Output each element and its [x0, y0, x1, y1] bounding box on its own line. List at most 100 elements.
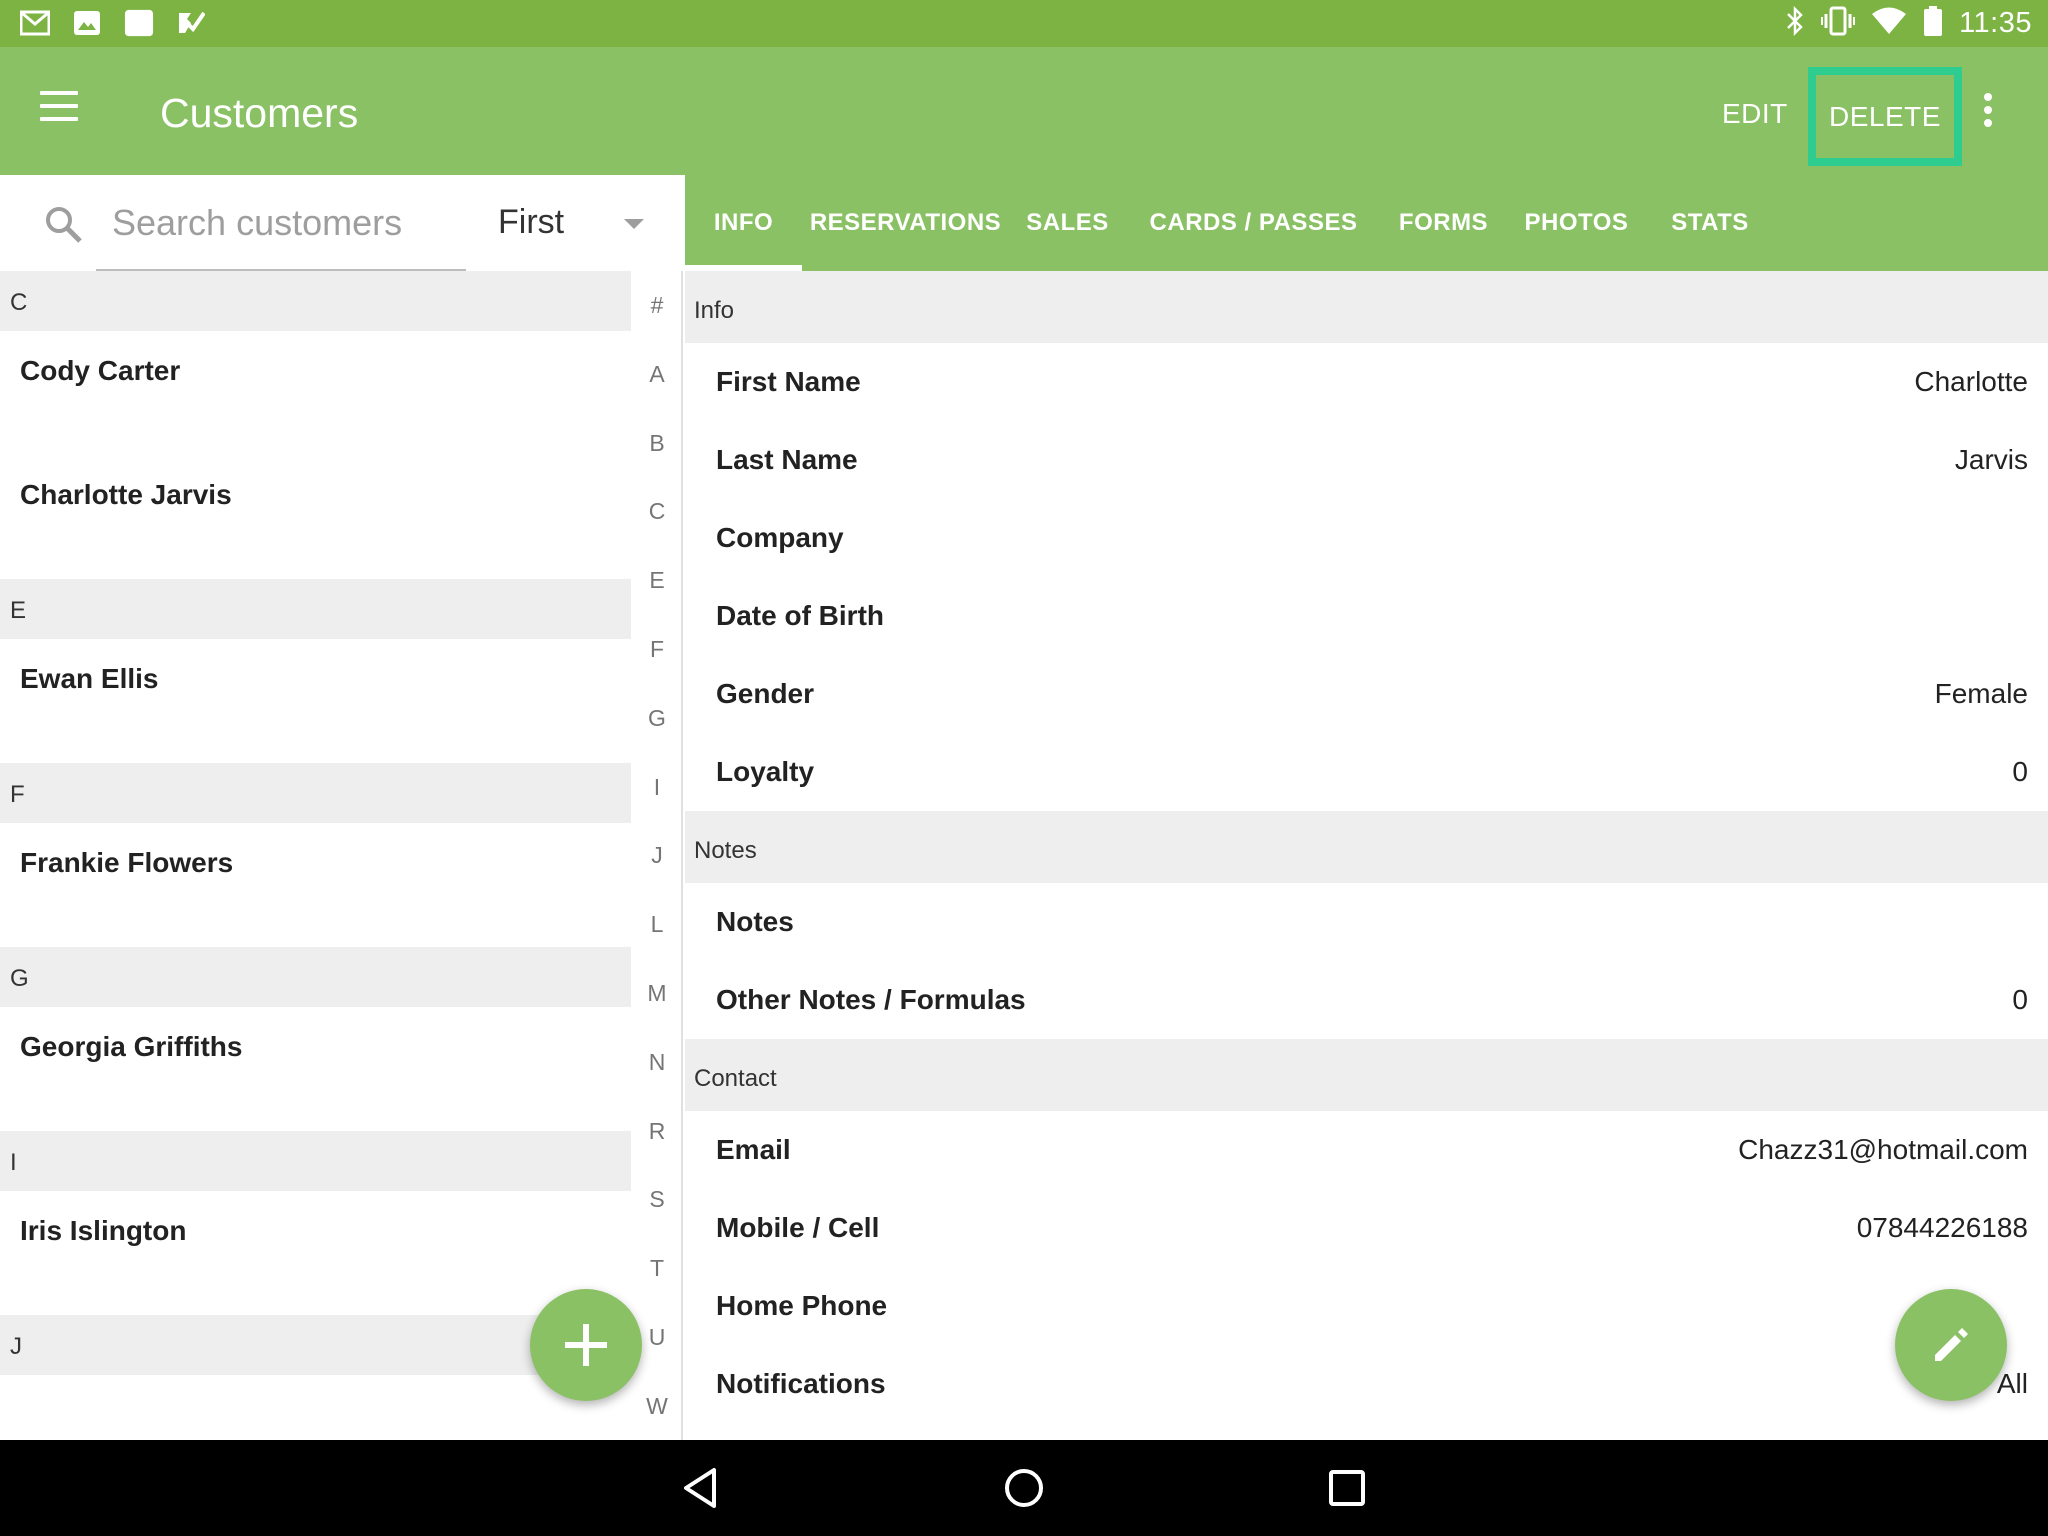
- customer-detail-panel: INFO RESERVATIONS SALES CARDS / PASSES F…: [685, 175, 2048, 1440]
- alphabet-letter[interactable]: J: [631, 821, 683, 890]
- notifications-value: All: [1996, 1368, 2028, 1399]
- wifi-icon: [1871, 7, 1907, 40]
- last-name-value: Jarvis: [1954, 444, 2028, 475]
- edit-button[interactable]: EDIT: [1722, 98, 1788, 130]
- field-label: Other Notes / Formulas: [716, 984, 1026, 1015]
- alphabet-letter[interactable]: B: [631, 409, 683, 478]
- alphabet-letter[interactable]: R: [631, 1097, 683, 1166]
- email-value: Chazz31@hotmail.com: [1738, 1134, 2028, 1165]
- customer-item[interactable]: Charlotte Jarvis: [0, 455, 631, 579]
- page-title: Customers: [160, 90, 359, 136]
- tab-photos[interactable]: PHOTOS: [1506, 175, 1647, 271]
- field-label: Loyalty: [716, 756, 815, 787]
- field-label: Notes: [716, 906, 794, 937]
- notes-row: Notes: [685, 883, 2048, 961]
- customer-item[interactable]: Cody Carter: [0, 331, 631, 455]
- alphabet-letter[interactable]: M: [631, 959, 683, 1028]
- tab-reservations[interactable]: RESERVATIONS: [802, 175, 1009, 271]
- last-name-row: Last Name Jarvis: [685, 421, 2048, 499]
- menu-icon[interactable]: [40, 91, 104, 133]
- alphabet-letter[interactable]: A: [631, 340, 683, 409]
- back-icon[interactable]: [678, 1464, 726, 1512]
- delete-button-label: DELETE: [1829, 100, 1941, 132]
- sort-dropdown-value: First: [498, 203, 565, 241]
- alphabet-letter[interactable]: C: [631, 477, 683, 546]
- customer-item[interactable]: Georgia Griffiths: [0, 1007, 631, 1131]
- plus-icon-vertical: [583, 1324, 589, 1366]
- field-label: Last Name: [716, 444, 858, 475]
- photos-icon: [72, 9, 102, 37]
- tab-forms[interactable]: FORMS: [1381, 175, 1506, 271]
- alphabet-letter[interactable]: S: [631, 1165, 683, 1234]
- section-header: I: [0, 1131, 631, 1191]
- alphabet-letter[interactable]: G: [631, 684, 683, 753]
- search-input[interactable]: [96, 199, 466, 247]
- overflow-menu-icon[interactable]: [1974, 93, 2002, 133]
- mobile-value: 07844226188: [1856, 1212, 2028, 1243]
- section-header: E: [0, 579, 631, 639]
- search-bar: First: [0, 175, 683, 271]
- first-name-value: Charlotte: [1914, 366, 2028, 397]
- home-icon[interactable]: [1000, 1464, 1048, 1512]
- company-row: Company: [685, 499, 2048, 577]
- status-bar: 11:35: [0, 0, 2048, 47]
- loyalty-value: 0: [2012, 756, 2028, 787]
- tab-stats[interactable]: STATS: [1647, 175, 1773, 271]
- alphabet-letter[interactable]: N: [631, 1028, 683, 1097]
- tab-sales[interactable]: SALES: [1009, 175, 1126, 271]
- checkbox-app-icon: [176, 9, 206, 37]
- search-icon: [44, 205, 84, 245]
- recents-icon[interactable]: [1323, 1464, 1371, 1512]
- alphabet-letter[interactable]: L: [631, 890, 683, 959]
- tab-info[interactable]: INFO: [685, 175, 802, 271]
- mobile-row: Mobile / Cell 07844226188: [685, 1189, 2048, 1267]
- detail-content[interactable]: Info First Name Charlotte Last Name Jarv…: [685, 271, 2048, 1440]
- alphabet-letter[interactable]: T: [631, 1234, 683, 1303]
- info-section-header: Info: [685, 271, 2048, 343]
- field-label: Mobile / Cell: [716, 1212, 880, 1243]
- sort-dropdown[interactable]: First: [480, 197, 650, 249]
- status-clock: 11:35: [1959, 7, 2032, 39]
- alphabet-letter[interactable]: I: [631, 753, 683, 822]
- customer-item[interactable]: Ewan Ellis: [0, 639, 631, 763]
- field-label: Email: [716, 1134, 791, 1165]
- field-label: Company: [716, 522, 844, 553]
- field-label: Home Phone: [716, 1290, 888, 1321]
- alphabet-letter[interactable]: W: [631, 1372, 683, 1441]
- blank-app-icon: [124, 9, 154, 37]
- customer-item[interactable]: Iris Islington: [0, 1191, 631, 1315]
- field-label: Gender: [716, 678, 815, 709]
- section-header: C: [0, 271, 631, 331]
- loyalty-row: Loyalty 0: [685, 733, 2048, 811]
- delete-button[interactable]: DELETE: [1808, 67, 1962, 166]
- alphabet-letter[interactable]: E: [631, 546, 683, 615]
- contact-section-header: Contact: [685, 1039, 2048, 1111]
- gender-row: Gender Female: [685, 655, 2048, 733]
- dob-row: Date of Birth: [685, 577, 2048, 655]
- bluetooth-icon: [1785, 5, 1805, 41]
- notes-section-header: Notes: [685, 811, 2048, 883]
- app-bar: Customers EDIT DELETE: [0, 47, 2048, 175]
- vibrate-icon: [1821, 6, 1856, 41]
- system-nav-bar: [0, 1440, 2048, 1536]
- email-row: Email Chazz31@hotmail.com: [685, 1111, 2048, 1189]
- field-label: Notifications: [716, 1368, 886, 1399]
- customer-list-panel: First C Cody Carter Charlotte Jarvis E E…: [0, 175, 683, 1440]
- alphabet-index[interactable]: # A B C E F G I J L M N R S T U W: [631, 271, 683, 1440]
- battery-icon: [1923, 6, 1943, 41]
- home-phone-row: Home Phone: [685, 1267, 2048, 1345]
- customer-item[interactable]: Frankie Flowers: [0, 823, 631, 947]
- other-notes-value: 0: [2012, 984, 2028, 1015]
- other-notes-row: Other Notes / Formulas 0: [685, 961, 2048, 1039]
- detail-tabs: INFO RESERVATIONS SALES CARDS / PASSES F…: [685, 175, 2048, 271]
- edit-customer-button[interactable]: [1895, 1289, 2007, 1401]
- notifications-row: Notifications All: [685, 1345, 2048, 1423]
- alphabet-letter[interactable]: #: [631, 271, 683, 340]
- field-label: First Name: [716, 366, 861, 397]
- alphabet-letter[interactable]: F: [631, 615, 683, 684]
- section-header: G: [0, 947, 631, 1007]
- tab-cards-passes[interactable]: CARDS / PASSES: [1126, 175, 1381, 271]
- section-header: F: [0, 763, 631, 823]
- customer-list[interactable]: C Cody Carter Charlotte Jarvis E Ewan El…: [0, 271, 631, 1440]
- add-customer-button[interactable]: [530, 1289, 642, 1401]
